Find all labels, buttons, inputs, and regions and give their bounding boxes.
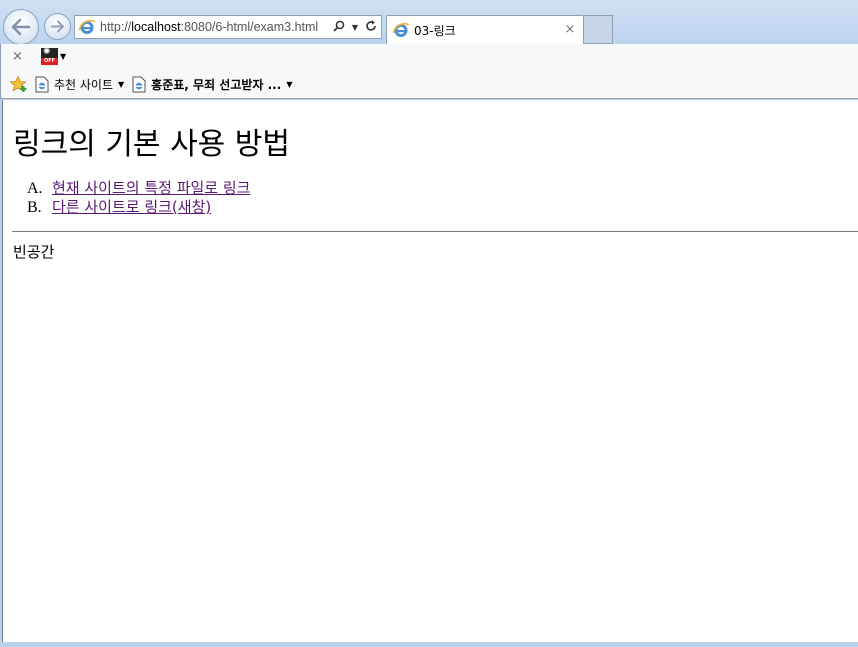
back-button[interactable] [3,9,39,45]
favorite-label: 홍준표, 무죄 선고받자 ... [151,77,282,92]
favorites-bar: 추천 사이트 ▼ 홍준표, 무죄 선고받자 ... ▼ [0,70,858,99]
favorite-label: 추천 사이트 [54,77,114,92]
page-viewport: 링크의 기본 사용 방법 A. 현재 사이트의 특정 파일로 링크 B. 다른 … [2,100,858,642]
ie-page-icon [132,76,146,92]
chevron-down-icon[interactable]: ▼ [348,23,362,32]
favorite-suggested-sites[interactable]: 추천 사이트 ▼ [34,76,124,93]
tab-title: 03-링크 [414,23,456,38]
url-host: localhost [131,20,181,34]
list-marker: B. [27,199,42,216]
external-site-link[interactable]: 다른 사이트로 링크(새창) [52,198,211,217]
chevron-down-icon: ▼ [60,52,67,61]
forward-arrow-icon [51,20,64,33]
empty-space-text: 빈공간 [13,243,55,261]
back-arrow-icon [11,18,31,36]
page-title: 링크의 기본 사용 방법 [13,127,291,162]
divider [12,231,858,232]
chevron-down-icon: ▼ [118,79,125,89]
chevron-down-icon: ▼ [286,79,293,89]
ie-icon [78,19,96,34]
url-path: :8080/6-html/exam3.html [180,20,319,34]
addon-off-icon: ✺ OFF [41,48,58,65]
list-item: B. 다른 사이트로 링크(새창) [27,198,250,217]
command-bar: × ✺ OFF ▼ [0,44,858,70]
addon-button[interactable]: ✺ OFF ▼ [41,48,66,65]
list-marker: A. [27,180,43,197]
favorites-star-icon[interactable] [9,75,27,93]
refresh-icon[interactable] [364,20,378,35]
close-icon[interactable]: × [563,23,577,37]
browser-titlebar: http://localhost:8080/6-html/exam3.html … [0,0,858,45]
new-tab-button[interactable] [584,15,613,44]
page-icon [35,76,49,92]
list-item: A. 현재 사이트의 특정 파일로 링크 [27,179,250,198]
address-bar[interactable]: http://localhost:8080/6-html/exam3.html … [74,15,382,39]
window-frame-bottom [0,642,858,647]
tab-active[interactable]: 03-링크 × [386,15,584,44]
url-prefix: http:// [100,20,132,34]
link-list: A. 현재 사이트의 특정 파일로 링크 B. 다른 사이트로 링크(새창) [27,179,250,217]
url-text[interactable]: http://localhost:8080/6-html/exam3.html [100,20,332,34]
favorite-news-item[interactable]: 홍준표, 무죄 선고받자 ... ▼ [131,76,292,93]
search-icon[interactable] [332,20,346,35]
close-icon[interactable]: × [12,50,23,64]
local-file-link[interactable]: 현재 사이트의 특정 파일로 링크 [52,179,250,198]
addon-badge: OFF [41,58,58,65]
forward-button[interactable] [44,13,71,40]
ie-tab-icon [392,22,410,37]
